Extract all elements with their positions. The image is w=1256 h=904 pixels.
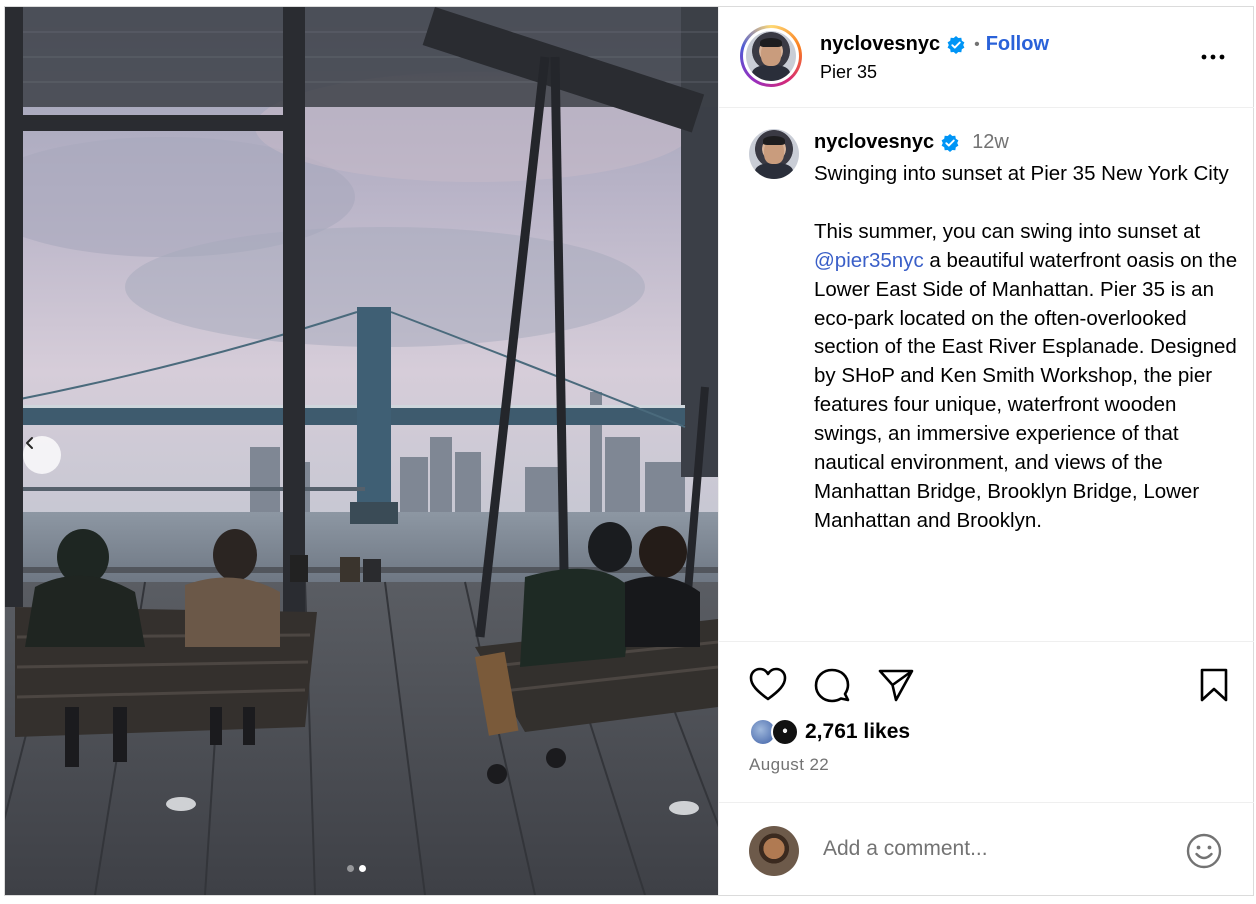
swings-photo <box>5 7 718 895</box>
comment-bar <box>719 802 1254 895</box>
caption-avatar[interactable] <box>749 129 799 179</box>
chevron-left-icon <box>26 437 33 449</box>
carousel-indicator <box>347 865 366 872</box>
caption-username[interactable]: nyclovesnyc <box>814 131 934 154</box>
caption-section: nyclovesnyc 12w Swinging into sunset at … <box>719 108 1254 642</box>
post-header: nyclovesnyc • Follow Pier 35 <box>719 7 1254 108</box>
caption-text-part2: a beautiful waterfront oasis on the Lowe… <box>814 248 1243 532</box>
post-time[interactable]: 12w <box>972 131 1009 154</box>
post-date[interactable]: August 22 <box>749 755 829 775</box>
share-icon[interactable] <box>877 667 915 703</box>
comment-icon[interactable] <box>813 667 851 705</box>
verified-badge-icon <box>941 133 959 152</box>
comment-input[interactable] <box>821 836 1165 862</box>
carousel-prev-button[interactable] <box>23 436 61 474</box>
header-separator: • <box>974 35 980 53</box>
more-horizontal-icon[interactable] <box>1200 47 1226 67</box>
liker-avatar <box>771 718 799 746</box>
follow-button[interactable]: Follow <box>986 33 1049 56</box>
carousel-dot-active <box>359 865 366 872</box>
post-card: nyclovesnyc • Follow Pier 35 nyclovesnyc <box>4 6 1254 896</box>
post-photo[interactable] <box>5 7 718 895</box>
likes-count[interactable]: 2,761 likes <box>805 720 910 744</box>
action-bar <box>719 667 1254 707</box>
verified-badge-icon <box>947 35 965 54</box>
post-location[interactable]: Pier 35 <box>820 62 877 83</box>
bookmark-icon[interactable] <box>1198 667 1230 703</box>
story-ring[interactable] <box>740 25 802 87</box>
likes-row: 2,761 likes <box>749 718 910 746</box>
mention-link[interactable]: @pier35nyc <box>814 249 924 272</box>
current-user-avatar <box>749 826 799 876</box>
avatar[interactable] <box>746 31 796 81</box>
author-username[interactable]: nyclovesnyc <box>820 33 940 56</box>
caption-text: Swinging into sunset at Pier 35 New York… <box>814 160 1239 536</box>
heart-icon[interactable] <box>749 667 787 703</box>
carousel-dot <box>347 865 354 872</box>
caption-text-part1: Swinging into sunset at Pier 35 New York… <box>814 162 1229 243</box>
post-side-panel: nyclovesnyc • Follow Pier 35 nyclovesnyc <box>718 7 1254 895</box>
emoji-icon[interactable] <box>1186 833 1222 869</box>
